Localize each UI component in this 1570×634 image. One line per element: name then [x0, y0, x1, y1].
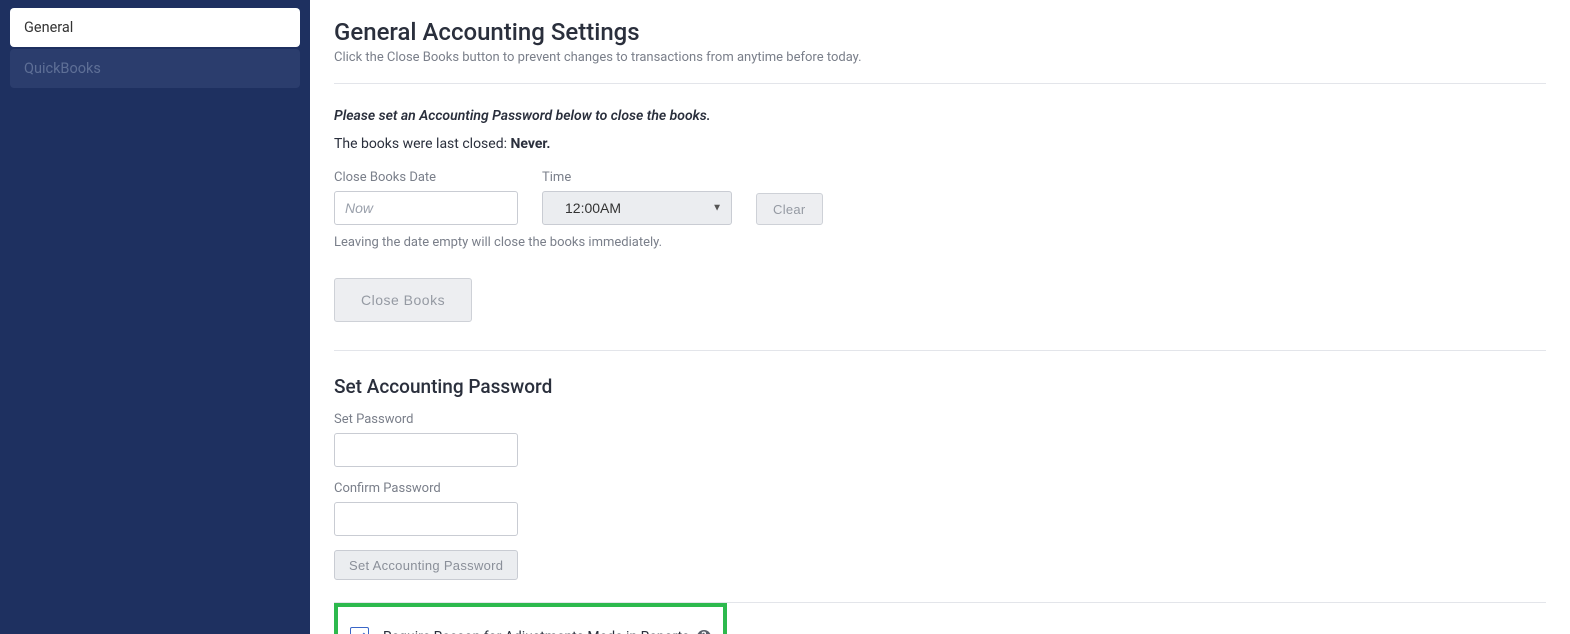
set-password-heading: Set Accounting Password: [334, 375, 1546, 398]
sidebar-item-label: QuickBooks: [24, 60, 101, 77]
sidebar: General QuickBooks: [0, 0, 310, 634]
set-password-field: Set Password: [334, 412, 1546, 467]
close-books-time-select[interactable]: 12:00AM: [542, 191, 732, 225]
help-icon[interactable]: ?: [697, 630, 711, 634]
divider: [334, 350, 1546, 351]
confirm-password-input[interactable]: [334, 502, 518, 536]
set-accounting-password-button[interactable]: Set Accounting Password: [334, 550, 518, 580]
require-reason-highlight: Require Reason for Adjustments Made in R…: [334, 603, 727, 634]
close-books-hint: Leaving the date empty will close the bo…: [334, 235, 1546, 250]
last-closed-value: Never.: [510, 136, 550, 152]
close-books-form-row: Close Books Date Time 12:00AM ▼ Clear: [334, 170, 1546, 225]
sidebar-item-general[interactable]: General: [10, 8, 300, 47]
confirm-password-field: Confirm Password: [334, 481, 1546, 536]
set-password-label: Set Password: [334, 412, 1546, 427]
password-required-notice: Please set an Accounting Password below …: [334, 108, 1546, 124]
page-subtitle: Click the Close Books button to prevent …: [334, 50, 1546, 65]
require-reason-checkbox[interactable]: [350, 627, 369, 634]
close-books-button[interactable]: Close Books: [334, 278, 472, 322]
close-books-date-field: Close Books Date: [334, 170, 518, 225]
check-icon: [354, 631, 366, 634]
require-reason-label-wrap: Require Reason for Adjustments Made in R…: [383, 629, 711, 634]
last-closed-text: The books were last closed: Never.: [334, 136, 1546, 152]
sidebar-item-quickbooks[interactable]: QuickBooks: [10, 49, 300, 88]
confirm-password-label: Confirm Password: [334, 481, 1546, 496]
divider: [334, 83, 1546, 84]
close-books-time-label: Time: [542, 170, 732, 185]
last-closed-prefix: The books were last closed:: [334, 136, 510, 152]
require-reason-row: Require Reason for Adjustments Made in R…: [350, 627, 711, 634]
clear-button[interactable]: Clear: [756, 193, 823, 225]
main-content: General Accounting Settings Click the Cl…: [310, 0, 1570, 634]
close-books-time-field: Time 12:00AM ▼: [542, 170, 732, 225]
page-title: General Accounting Settings: [334, 18, 1546, 46]
sidebar-item-label: General: [24, 19, 73, 36]
require-reason-label: Require Reason for Adjustments Made in R…: [383, 629, 689, 634]
close-books-date-input[interactable]: [334, 191, 518, 225]
set-password-input[interactable]: [334, 433, 518, 467]
close-books-date-label: Close Books Date: [334, 170, 518, 185]
